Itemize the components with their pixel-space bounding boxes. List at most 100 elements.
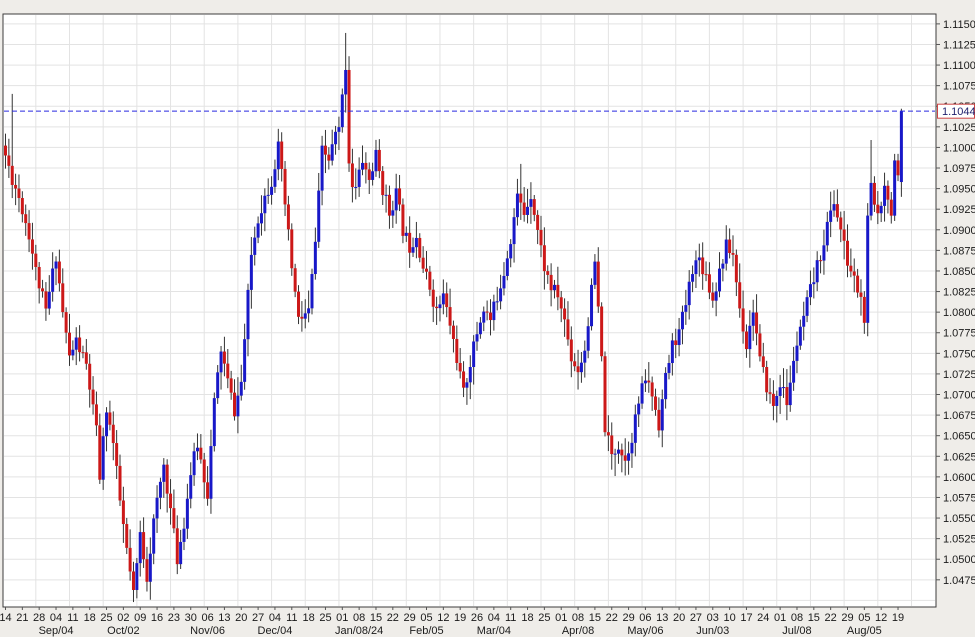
candle-body bbox=[31, 239, 34, 253]
candle-body bbox=[243, 339, 246, 382]
time-axis-week-label: 20 bbox=[673, 612, 685, 624]
candle-body bbox=[270, 187, 273, 195]
chart-window: EUR/USD , Daily, # 267 / 500 1.11501.112… bbox=[0, 0, 975, 637]
candle-body bbox=[462, 371, 465, 387]
candle-body bbox=[799, 327, 802, 346]
candle-body bbox=[331, 144, 334, 160]
candle-body bbox=[701, 257, 704, 274]
candle-body bbox=[833, 204, 836, 210]
candle-body bbox=[866, 216, 869, 323]
price-axis-label: 1.0475 bbox=[943, 575, 975, 587]
time-axis-month-label: Sep/04 bbox=[39, 625, 74, 637]
candle-body bbox=[149, 554, 152, 582]
candlestick-chart[interactable]: 1.11501.11251.11001.10751.10501.10251.10… bbox=[0, 0, 975, 637]
time-axis-week-label: 04 bbox=[50, 612, 62, 624]
candle-body bbox=[395, 188, 398, 210]
time-axis-week-label: 02 bbox=[117, 612, 129, 624]
candle-body bbox=[203, 459, 206, 482]
candle-body bbox=[435, 307, 438, 308]
candle-body bbox=[856, 276, 859, 293]
candle-body bbox=[742, 308, 745, 331]
candle-body bbox=[250, 255, 253, 290]
candle-body bbox=[600, 306, 603, 356]
candle-body bbox=[277, 142, 280, 170]
candle-body bbox=[51, 269, 54, 292]
candle-body bbox=[321, 146, 324, 191]
candle-body bbox=[661, 399, 664, 430]
candle-body bbox=[711, 293, 714, 301]
candle-body bbox=[92, 390, 95, 405]
time-axis-week-label: 04 bbox=[269, 612, 281, 624]
candle-body bbox=[314, 242, 317, 274]
price-axis-label: 1.0550 bbox=[943, 513, 975, 525]
time-axis-week-label: 30 bbox=[185, 612, 197, 624]
candle-body bbox=[624, 455, 627, 460]
candle-body bbox=[806, 297, 809, 316]
candle-body bbox=[738, 282, 741, 308]
candle-body bbox=[361, 163, 364, 170]
time-axis-week-label: 17 bbox=[740, 612, 752, 624]
candle-body bbox=[715, 291, 718, 300]
price-axis-label: 1.1025 bbox=[943, 122, 975, 134]
candle-body bbox=[169, 494, 172, 509]
candle-body bbox=[583, 351, 586, 363]
time-axis-week-label: 25 bbox=[319, 612, 331, 624]
candle-body bbox=[58, 262, 61, 284]
price-axis-label: 1.0600 bbox=[943, 472, 975, 484]
time-axis-week-label: 27 bbox=[690, 612, 702, 624]
candle-body bbox=[647, 381, 650, 383]
candle-body bbox=[162, 465, 165, 482]
candle-body bbox=[745, 332, 748, 350]
candle-body bbox=[391, 210, 394, 215]
candle-body bbox=[172, 508, 175, 528]
candle-body bbox=[829, 211, 832, 222]
candle-body bbox=[334, 132, 337, 144]
price-axis-label: 1.0825 bbox=[943, 287, 975, 299]
candle-body bbox=[476, 334, 479, 341]
candle-body bbox=[236, 396, 239, 417]
candle-body bbox=[721, 264, 724, 269]
candle-body bbox=[769, 392, 772, 394]
candle-body bbox=[125, 524, 128, 548]
time-axis-week-label: 18 bbox=[84, 612, 96, 624]
candle-body bbox=[573, 361, 576, 366]
candle-body bbox=[816, 260, 819, 282]
candle-body bbox=[378, 150, 381, 171]
candle-body bbox=[196, 448, 199, 452]
candle-body bbox=[88, 364, 91, 390]
candle-body bbox=[78, 338, 81, 353]
time-axis-month-label: Jul/08 bbox=[782, 625, 811, 637]
candle-body bbox=[556, 285, 559, 297]
candle-body bbox=[529, 199, 532, 207]
candle-body bbox=[580, 363, 583, 373]
candle-body bbox=[240, 382, 243, 396]
candle-body bbox=[513, 217, 516, 244]
candle-body bbox=[324, 146, 327, 155]
candle-body bbox=[617, 450, 620, 454]
time-axis-week-label: 27 bbox=[252, 612, 264, 624]
candle-body bbox=[883, 186, 886, 206]
candle-body bbox=[408, 233, 411, 253]
candle-body bbox=[839, 217, 842, 229]
candle-body bbox=[890, 200, 893, 216]
candle-body bbox=[610, 435, 613, 454]
price-axis-label: 1.0975 bbox=[943, 163, 975, 175]
candle-body bbox=[846, 241, 849, 266]
price-axis-label: 1.0750 bbox=[943, 348, 975, 360]
candle-body bbox=[317, 191, 320, 242]
candle-body bbox=[428, 272, 431, 290]
candle-body bbox=[876, 205, 879, 214]
candle-body bbox=[401, 205, 404, 236]
candle-body bbox=[496, 301, 499, 302]
candle-body bbox=[189, 475, 192, 499]
price-axis-label: 1.0625 bbox=[943, 451, 975, 463]
candle-body bbox=[479, 323, 482, 335]
time-axis-week-label: 21 bbox=[16, 612, 28, 624]
candle-body bbox=[880, 206, 883, 213]
candle-body bbox=[731, 253, 734, 255]
candle-body bbox=[698, 257, 701, 260]
candle-body bbox=[772, 394, 775, 406]
candle-body bbox=[398, 188, 401, 204]
time-axis-week-label: 01 bbox=[555, 612, 567, 624]
candle-body bbox=[105, 412, 108, 436]
